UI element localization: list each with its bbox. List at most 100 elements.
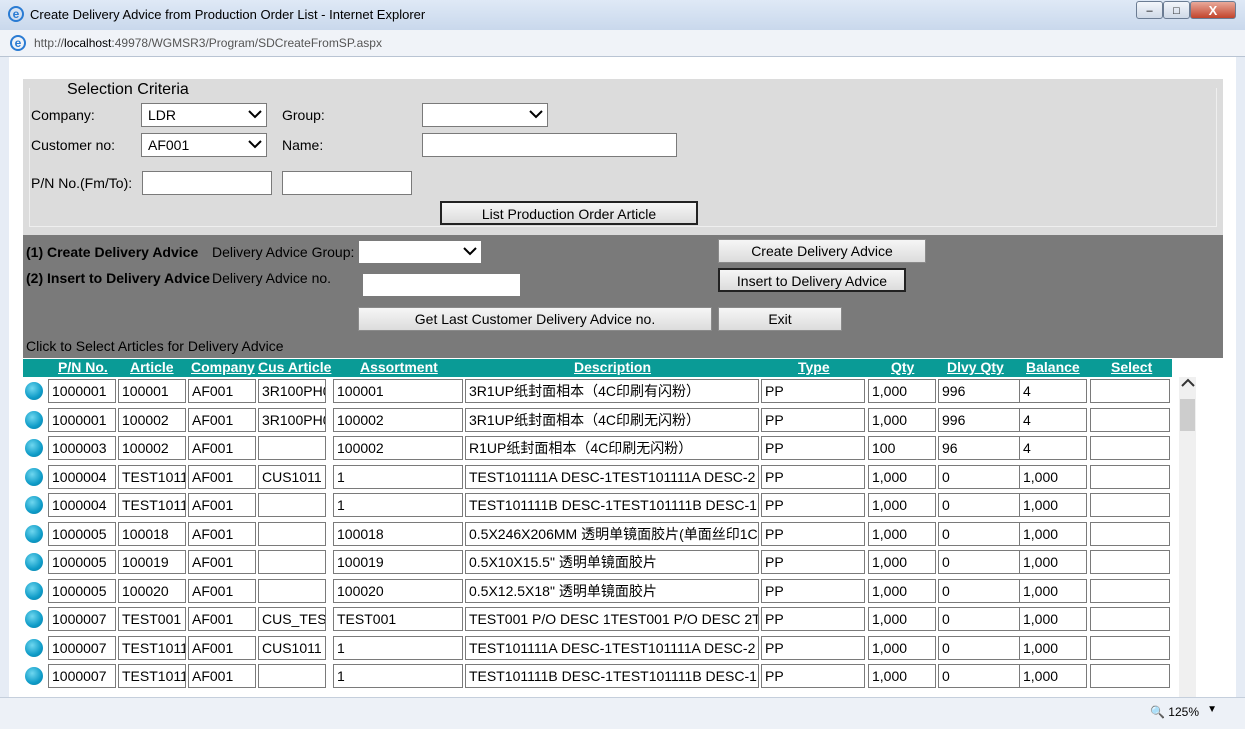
cell-qty[interactable]: 1,000 xyxy=(868,664,936,688)
cell-article[interactable]: 100019 xyxy=(118,550,186,574)
cell-type[interactable]: PP xyxy=(761,436,865,460)
cell-assortment[interactable]: 100020 xyxy=(333,578,463,603)
cell-select[interactable] xyxy=(1090,436,1170,460)
cell-assortment[interactable]: 100002 xyxy=(333,436,463,460)
cell-pn-no[interactable]: 1000001 xyxy=(48,407,116,432)
cell-type[interactable]: PP xyxy=(761,664,865,688)
create-delivery-advice-button[interactable]: Create Delivery Advice xyxy=(718,239,926,263)
cell-select[interactable] xyxy=(1090,407,1170,432)
cell-assortment[interactable]: 1 xyxy=(333,664,463,688)
company-select[interactable]: LDR xyxy=(141,103,267,127)
row-select-radio[interactable] xyxy=(25,382,43,400)
cell-select[interactable] xyxy=(1090,607,1170,631)
header-description[interactable]: Description xyxy=(574,359,651,375)
cell-cus-article[interactable] xyxy=(258,664,326,688)
table-scrollbar[interactable] xyxy=(1179,377,1196,697)
cell-cus-article[interactable] xyxy=(258,493,326,517)
scroll-thumb[interactable] xyxy=(1180,399,1195,431)
zoom-level[interactable]: 🔍 125% xyxy=(1150,705,1199,719)
cell-dlvy-qty[interactable]: 0 xyxy=(938,521,1025,546)
cell-type[interactable]: PP xyxy=(761,635,865,660)
cell-company[interactable]: AF001 xyxy=(188,635,256,660)
cell-balance[interactable]: 4 xyxy=(1019,379,1087,403)
cell-balance[interactable]: 1,000 xyxy=(1019,578,1087,603)
cell-assortment[interactable]: 100001 xyxy=(333,379,463,403)
cell-article[interactable]: 100001 xyxy=(118,379,186,403)
cell-balance[interactable]: 1,000 xyxy=(1019,521,1087,546)
cell-qty[interactable]: 1,000 xyxy=(868,407,936,432)
cell-cus-article[interactable] xyxy=(258,550,326,574)
cell-type[interactable]: PP xyxy=(761,493,865,517)
cell-cus-article[interactable]: CUS1011 xyxy=(258,635,326,660)
cell-cus-article[interactable]: 3R100PH0 xyxy=(258,407,326,432)
cell-balance[interactable]: 4 xyxy=(1019,436,1087,460)
cell-cus-article[interactable] xyxy=(258,578,326,603)
cell-dlvy-qty[interactable]: 0 xyxy=(938,635,1025,660)
cell-assortment[interactable]: TEST001 xyxy=(333,607,463,631)
cell-assortment[interactable]: 1 xyxy=(333,635,463,660)
cell-cus-article[interactable] xyxy=(258,521,326,546)
close-button[interactable]: X xyxy=(1190,1,1236,19)
cell-article[interactable]: 100002 xyxy=(118,436,186,460)
row-select-radio[interactable] xyxy=(25,467,43,486)
row-select-radio[interactable] xyxy=(25,524,43,543)
cell-company[interactable]: AF001 xyxy=(188,521,256,546)
cell-description[interactable]: TEST101111A DESC-1TEST101111A DESC-2 xyxy=(465,464,759,489)
cell-qty[interactable]: 1,000 xyxy=(868,550,936,574)
cell-pn-no[interactable]: 1000005 xyxy=(48,578,116,603)
insert-delivery-advice-button[interactable]: Insert to Delivery Advice xyxy=(718,268,906,292)
row-select-radio[interactable] xyxy=(25,581,43,600)
cell-assortment[interactable]: 100002 xyxy=(333,407,463,432)
cell-select[interactable] xyxy=(1090,464,1170,489)
cell-description[interactable]: 3R1UP纸封面相本（4C印刷无闪粉） xyxy=(465,407,759,432)
cell-type[interactable]: PP xyxy=(761,407,865,432)
header-cus-article[interactable]: Cus Article xyxy=(258,359,331,375)
cell-balance[interactable]: 1,000 xyxy=(1019,664,1087,688)
cell-qty[interactable]: 1,000 xyxy=(868,607,936,631)
cell-select[interactable] xyxy=(1090,493,1170,517)
cell-qty[interactable]: 1,000 xyxy=(868,521,936,546)
cell-dlvy-qty[interactable]: 996 xyxy=(938,379,1025,403)
cell-select[interactable] xyxy=(1090,635,1170,660)
cell-pn-no[interactable]: 1000005 xyxy=(48,550,116,574)
pn-from-input[interactable] xyxy=(142,171,272,195)
cell-balance[interactable]: 1,000 xyxy=(1019,607,1087,631)
cell-cus-article[interactable]: CUS_TES xyxy=(258,607,326,631)
row-select-radio[interactable] xyxy=(25,638,43,657)
cell-description[interactable]: TEST101111B DESC-1TEST101111B DESC-1 xyxy=(465,664,759,688)
cell-select[interactable] xyxy=(1090,379,1170,403)
cell-qty[interactable]: 1,000 xyxy=(868,578,936,603)
row-select-radio[interactable] xyxy=(25,667,43,685)
cell-company[interactable]: AF001 xyxy=(188,493,256,517)
cell-cus-article[interactable]: CUS1011 xyxy=(258,464,326,489)
cell-type[interactable]: PP xyxy=(761,607,865,631)
header-dlvy-qty[interactable]: Dlvy Qty xyxy=(947,359,1004,375)
cell-article[interactable]: TEST1011 xyxy=(118,493,186,517)
list-production-order-button[interactable]: List Production Order Article xyxy=(440,201,698,225)
cell-type[interactable]: PP xyxy=(761,550,865,574)
cell-assortment[interactable]: 100019 xyxy=(333,550,463,574)
cell-article[interactable]: TEST1011 xyxy=(118,464,186,489)
row-select-radio[interactable] xyxy=(25,553,43,571)
delivery-group-select[interactable] xyxy=(358,240,482,264)
cell-dlvy-qty[interactable]: 0 xyxy=(938,550,1025,574)
cell-dlvy-qty[interactable]: 0 xyxy=(938,607,1025,631)
cell-dlvy-qty[interactable]: 0 xyxy=(938,464,1025,489)
cell-description[interactable]: TEST101111A DESC-1TEST101111A DESC-2 xyxy=(465,635,759,660)
cell-assortment[interactable]: 1 xyxy=(333,464,463,489)
cell-company[interactable]: AF001 xyxy=(188,664,256,688)
cell-balance[interactable]: 1,000 xyxy=(1019,464,1087,489)
customer-select[interactable]: AF001 xyxy=(141,133,267,157)
cell-cus-article[interactable] xyxy=(258,436,326,460)
cell-pn-no[interactable]: 1000004 xyxy=(48,493,116,517)
cell-description[interactable]: 0.5X246X206MM 透明单镜面胶片(单面丝印1C xyxy=(465,521,759,546)
cell-select[interactable] xyxy=(1090,521,1170,546)
cell-article[interactable]: 100020 xyxy=(118,578,186,603)
cell-select[interactable] xyxy=(1090,550,1170,574)
row-select-radio[interactable] xyxy=(25,496,43,514)
cell-pn-no[interactable]: 1000003 xyxy=(48,436,116,460)
cell-description[interactable]: 0.5X12.5X18" 透明单镜面胶片 xyxy=(465,578,759,603)
cell-cus-article[interactable]: 3R100PH0 xyxy=(258,379,326,403)
cell-assortment[interactable]: 100018 xyxy=(333,521,463,546)
cell-dlvy-qty[interactable]: 0 xyxy=(938,578,1025,603)
